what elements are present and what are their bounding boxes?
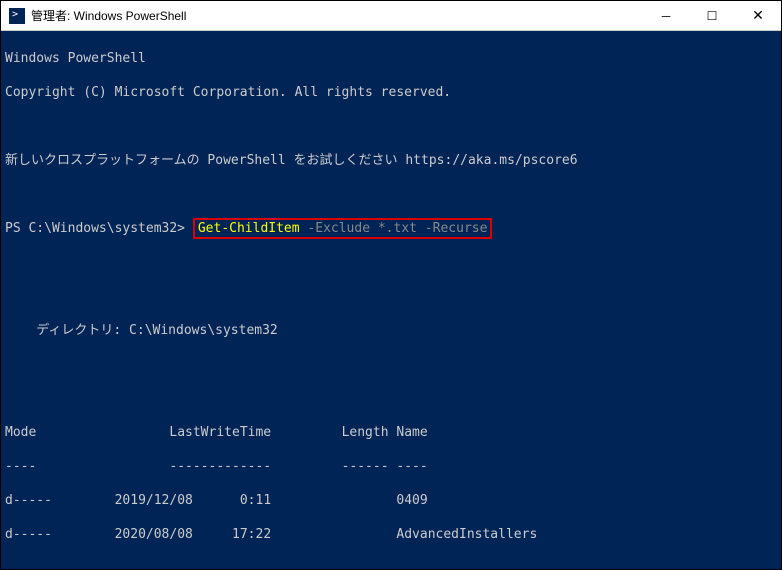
blank-line — [1, 560, 781, 569]
blank-line — [1, 186, 781, 203]
column-headers: Mode LastWriteTime Length Name — [1, 424, 781, 441]
blank-line — [1, 118, 781, 135]
prompt-line: PS C:\Windows\system32> Get-ChildItem -E… — [1, 220, 781, 237]
blank-line — [1, 390, 781, 407]
banner-line: Windows PowerShell — [1, 50, 781, 67]
table-row: d----- 2019/12/08 0:11 0409 — [1, 492, 781, 509]
powershell-icon — [9, 8, 25, 24]
directory-header: ディレクトリ: C:\Windows\system32 — [1, 322, 781, 339]
cmdlet-flags: -Exclude *.txt -Recurse — [300, 221, 488, 236]
titlebar: 管理者: Windows PowerShell ─ ☐ ✕ — [1, 1, 781, 31]
minimize-button[interactable]: ─ — [643, 1, 689, 31]
blank-line — [1, 288, 781, 305]
try-pscore-line: 新しいクロスプラットフォームの PowerShell をお試しください http… — [1, 152, 781, 169]
blank-line — [1, 254, 781, 271]
prompt-text: PS C:\Windows\system32> — [5, 221, 185, 236]
table-row: d----- 2020/08/08 17:22 AdvancedInstalle… — [1, 526, 781, 543]
blank-line — [1, 356, 781, 373]
terminal-output[interactable]: Windows PowerShell Copyright (C) Microso… — [1, 31, 781, 569]
window-title: 管理者: Windows PowerShell — [31, 7, 643, 24]
copyright-line: Copyright (C) Microsoft Corporation. All… — [1, 84, 781, 101]
column-underline: ---- ------------- ------ ---- — [1, 458, 781, 475]
window-controls: ─ ☐ ✕ — [643, 1, 781, 31]
maximize-button[interactable]: ☐ — [689, 1, 735, 31]
command-highlight-box: Get-ChildItem -Exclude *.txt -Recurse — [193, 218, 493, 239]
close-button[interactable]: ✕ — [735, 1, 781, 31]
cmdlet-name: Get-ChildItem — [198, 221, 300, 236]
